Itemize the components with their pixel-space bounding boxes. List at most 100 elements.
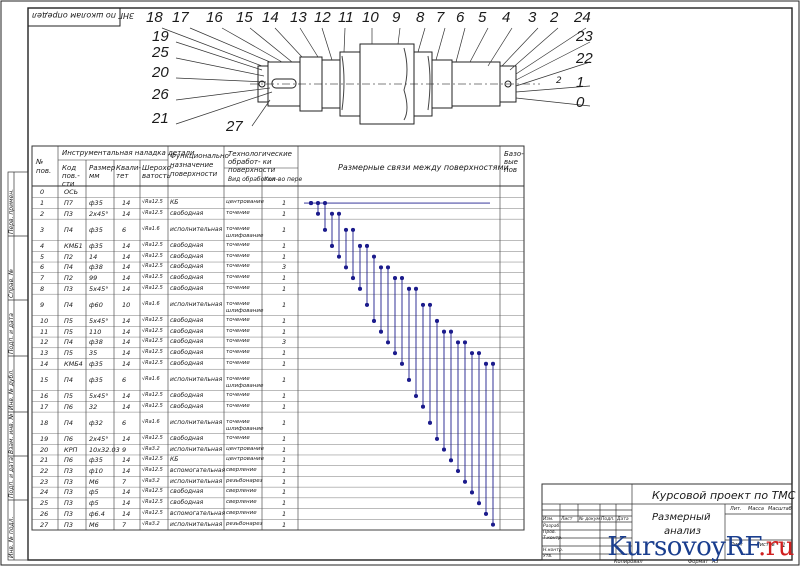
row-count: 1 xyxy=(282,225,287,234)
watermark-main: KursovoyRF xyxy=(607,532,759,562)
row-qual: 14 xyxy=(122,434,131,443)
row-code: П5 xyxy=(64,392,74,401)
row-rough: √Ra12.5 xyxy=(142,209,163,216)
row-code: П3 xyxy=(64,499,74,508)
chain-node xyxy=(427,302,433,307)
row-code: П4 xyxy=(64,375,74,384)
callout-1: 1 xyxy=(576,74,585,91)
row-method: центрование xyxy=(226,456,264,463)
chain-node xyxy=(448,329,454,334)
chain-node xyxy=(385,265,391,270)
chain-node xyxy=(427,420,433,425)
binding-label: Инв. № подл. xyxy=(8,516,15,558)
row-func: свободная xyxy=(170,338,204,346)
row-size: 5х45° xyxy=(89,284,109,293)
row-func: свободная xyxy=(170,392,204,400)
row-method: точение xyxy=(226,284,250,291)
row-func: свободная xyxy=(170,488,204,496)
stamp-doc-name-1: Размерный xyxy=(652,512,711,523)
row-size: ф35 xyxy=(89,225,103,234)
row-func: КБ xyxy=(170,199,179,207)
row-rough: √Ra12.5 xyxy=(142,327,163,334)
callout-22: 22 xyxy=(576,50,593,67)
row-num: 7 xyxy=(40,274,45,283)
row-size: ф5 xyxy=(89,488,99,497)
row-func: свободная xyxy=(170,402,204,410)
chain-node xyxy=(392,351,398,356)
row-size: ф32 xyxy=(89,418,103,427)
row-method: точение xyxy=(226,252,250,259)
chain-node xyxy=(350,276,356,281)
row-method: точение xyxy=(226,359,250,366)
row-qual: 14 xyxy=(122,274,131,283)
callout-15: 15 xyxy=(236,9,253,26)
corner-label: ЗНГ по школам определ xyxy=(32,11,135,20)
row-num: 21 xyxy=(40,456,49,465)
row-code: П7 xyxy=(64,199,74,208)
row-rough: √Ra1.6 xyxy=(142,225,160,232)
row-rough: √Ra12.5 xyxy=(142,488,163,495)
row-qual: 14 xyxy=(122,456,131,465)
row-size: ф35 xyxy=(89,375,103,384)
chain-node xyxy=(406,377,412,382)
row-count: 1 xyxy=(282,445,287,454)
row-code: П5 xyxy=(64,349,74,358)
row-rough: √Ra12.5 xyxy=(142,359,163,366)
callout-13: 13 xyxy=(290,9,307,26)
row-code: П6 xyxy=(64,402,74,411)
chain-node xyxy=(420,404,426,409)
row-size: ф6.4 xyxy=(89,509,105,518)
callout-7: 7 xyxy=(436,9,445,26)
row-code: П3 xyxy=(64,467,74,476)
chain-node xyxy=(441,447,447,452)
row-func: свободная xyxy=(170,327,204,335)
table-row-lines xyxy=(32,197,524,531)
row-qual: 14 xyxy=(122,402,131,411)
chain-node xyxy=(371,318,377,324)
row-code: П5 xyxy=(64,316,74,325)
header-code: Код пов.-сти xyxy=(62,164,80,188)
stamp-header-cell: Дата xyxy=(617,517,629,522)
row-qual: 14 xyxy=(122,488,131,497)
row-count: 1 xyxy=(282,434,287,443)
row-qual: 14 xyxy=(122,241,131,250)
row-rough: √Ra12.5 xyxy=(142,456,163,463)
chain-node xyxy=(455,340,461,345)
row-size: ф35 xyxy=(89,199,103,208)
chain-node xyxy=(336,211,342,216)
row-count: 1 xyxy=(282,316,287,325)
row-code: П4 xyxy=(64,338,74,347)
row-count: 1 xyxy=(282,209,287,218)
row-func: вспомогательная xyxy=(170,467,226,475)
row-qual: 14 xyxy=(122,467,131,476)
row-size: М6 xyxy=(89,477,99,486)
row-num: 8 xyxy=(40,284,45,293)
row-num: 10 xyxy=(40,316,49,325)
row-count: 1 xyxy=(282,359,287,368)
row-num: 12 xyxy=(40,338,49,347)
row-rough: √Ra12.5 xyxy=(142,199,163,206)
stamp-header-cell: Изм. xyxy=(543,517,554,522)
callout-18: 18 xyxy=(146,9,163,26)
chain-node xyxy=(399,276,405,281)
row-count: 1 xyxy=(282,418,287,427)
row-func: свободная xyxy=(170,209,204,217)
row-func: свободная xyxy=(170,359,204,367)
callout-0: 0 xyxy=(576,94,585,111)
header-chains: Размерные связи между поверхностями xyxy=(338,163,509,172)
row-size: 2х45° xyxy=(89,434,109,443)
row-code: П2 xyxy=(64,252,74,261)
stamp-header-cell: Подп. xyxy=(601,517,615,522)
row-count: 1 xyxy=(282,456,287,465)
row-num: 14 xyxy=(40,359,49,368)
watermark-accent: .ru xyxy=(758,532,794,562)
callout-21: 21 xyxy=(152,110,169,127)
chain-node xyxy=(336,254,342,259)
row-count: 1 xyxy=(282,375,287,384)
dimension-chains xyxy=(304,201,496,527)
row-qual: 6 xyxy=(122,225,127,234)
row-count: 1 xyxy=(282,252,287,261)
row-method: точение xyxy=(226,349,250,356)
callout-20: 20 xyxy=(152,64,169,81)
row-count: 1 xyxy=(282,477,287,486)
